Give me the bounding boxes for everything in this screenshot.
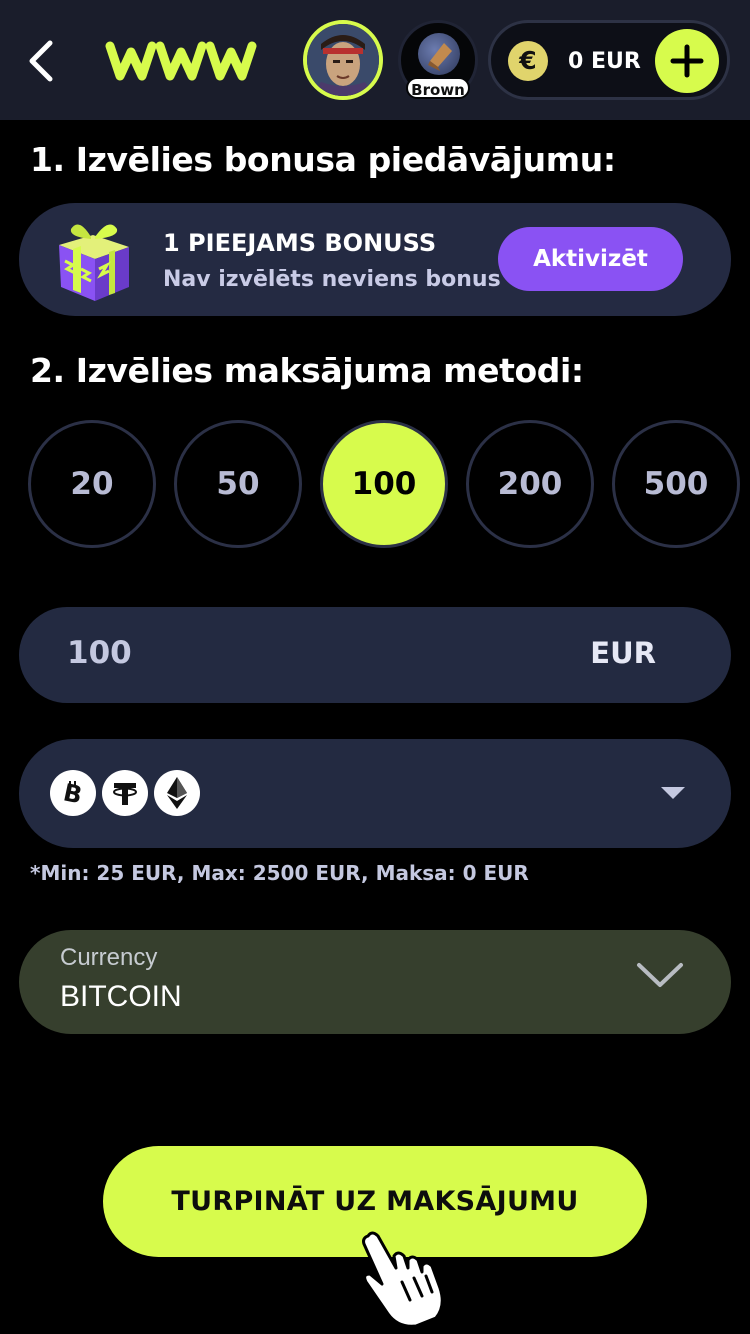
player-avatar[interactable]: [303, 20, 383, 100]
add-funds-button[interactable]: [655, 29, 719, 93]
currency-label: Currency: [60, 944, 158, 971]
step1-title: 1. Izvēlies bonusa piedāvājumu:: [30, 140, 616, 179]
bonus-card[interactable]: 1 PIEEJAMS BONUSS Nav izvēlēts neviens b…: [19, 203, 731, 316]
top-bar: Brown € 0 EUR: [0, 0, 750, 120]
deposit-limits-text: *Min: 25 EUR, Max: 2500 EUR, Maksa: 0 EU…: [30, 861, 529, 885]
svg-text:B: B: [61, 778, 85, 808]
ethereum-icon: [154, 770, 200, 816]
chevron-down-icon: [637, 963, 683, 987]
level-badge[interactable]: Brown: [398, 20, 478, 100]
amount-option-50[interactable]: 50: [174, 420, 302, 548]
wallet-amount: 0 EUR: [568, 49, 641, 74]
amount-option-500[interactable]: 500: [612, 420, 740, 548]
bonus-title: 1 PIEEJAMS BONUSS: [163, 229, 437, 257]
amount-input[interactable]: [67, 635, 467, 671]
level-name: Brown: [406, 77, 470, 99]
payment-method-select[interactable]: B: [19, 739, 731, 848]
bonus-subtitle: Nav izvēlēts neviens bonus: [163, 267, 501, 292]
amount-currency-unit: EUR: [590, 636, 656, 670]
currency-value: BITCOIN: [60, 980, 182, 1013]
site-logo[interactable]: [104, 36, 259, 84]
step2-title: 2. Izvēlies maksājuma metodi:: [30, 351, 584, 390]
chevron-left-icon: [29, 40, 53, 82]
amount-option-100[interactable]: 100: [320, 420, 448, 548]
amount-field[interactable]: EUR: [19, 607, 731, 703]
gift-icon: [59, 224, 129, 301]
euro-coin-icon: €: [508, 41, 548, 81]
back-button[interactable]: [20, 36, 60, 86]
bitcoin-icon: B: [50, 770, 96, 816]
currency-select[interactable]: Currency BITCOIN: [19, 930, 731, 1034]
warrior-avatar-icon: [307, 24, 379, 96]
activate-bonus-button[interactable]: Aktivizēt: [498, 227, 683, 291]
hand-pointer-cursor-icon: [362, 1231, 444, 1328]
caret-down-icon: [661, 787, 685, 799]
amount-option-20[interactable]: 20: [28, 420, 156, 548]
amount-option-200[interactable]: 200: [466, 420, 594, 548]
plus-icon: [670, 44, 704, 78]
level-gem-icon: [418, 33, 460, 75]
wallet-balance[interactable]: € 0 EUR: [488, 20, 730, 100]
tether-icon: [102, 770, 148, 816]
